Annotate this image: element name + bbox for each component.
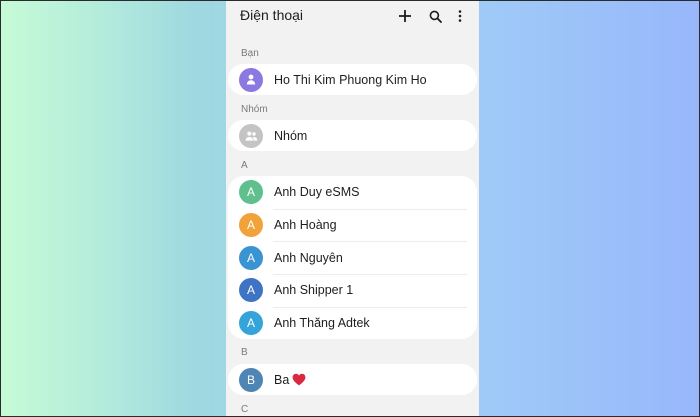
section-card-nhom: Nhóm [228,120,477,151]
section-card-a: A Anh Duy eSMS A Anh Hoàng A Anh Nguyên … [228,176,477,340]
red-heart-icon [292,373,306,386]
person-icon [246,74,256,85]
list-item[interactable]: A Anh Shipper 1 [228,274,477,307]
list-item[interactable]: B Ba [228,364,477,395]
contact-name: Nhóm [274,128,308,143]
list-item[interactable]: A Anh Thăng Adtek [228,306,477,340]
list-item[interactable]: Ho Thi Kim Phuong Kim Ho [228,64,477,95]
avatar: A [239,278,263,303]
contact-name: Anh Hoàng [274,218,337,233]
avatar [239,67,263,92]
contact-name-text: Ba [274,372,290,387]
section-label-b: B [241,347,248,358]
contact-name: Anh Thăng Adtek [274,316,370,331]
contact-name: Ho Thi Kim Phuong Kim Ho [274,72,427,87]
avatar: A [239,180,263,205]
add-icon [399,10,411,22]
more-icon [458,10,462,22]
section-card-b: B Ba [228,364,477,395]
section-card-ban: Ho Thi Kim Phuong Kim Ho [228,64,477,95]
section-label-ban: Bạn [241,48,259,59]
avatar [239,123,263,148]
search-button[interactable] [425,6,445,26]
list-item[interactable]: Nhóm [228,120,477,151]
list-item[interactable]: A Anh Duy eSMS [228,176,477,209]
app-bar: Điện thoại [226,0,479,32]
contact-name: Anh Shipper 1 [274,283,354,298]
contact-name: Ba [274,373,306,387]
contact-name: Anh Nguyên [274,250,343,265]
group-icon [245,131,257,141]
avatar: A [239,213,263,238]
avatar: A [239,311,263,336]
section-label-a: A [241,160,248,171]
more-options-button[interactable] [450,6,470,26]
phone-screen: Điện thoại Bạn Ho Thi Kim Phuong Kim Ho … [226,0,479,417]
page-title: Điện thoại [240,7,304,23]
section-label-c: C [241,404,249,415]
list-item[interactable]: A Anh Hoàng [228,208,477,242]
contact-name: Anh Duy eSMS [274,185,360,200]
list-item[interactable]: A Anh Nguyên [228,241,477,274]
avatar: B [239,367,263,392]
add-button[interactable] [395,6,415,26]
section-label-nhom: Nhóm [241,104,268,115]
avatar: A [239,245,263,270]
search-icon [429,10,442,23]
